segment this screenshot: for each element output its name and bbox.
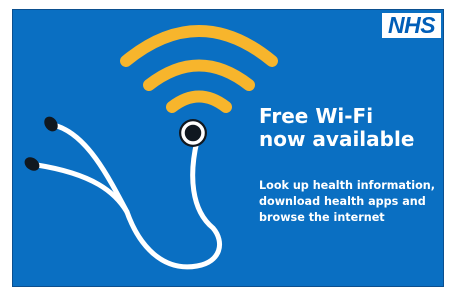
headline-line-1: Free Wi-Fi xyxy=(259,104,374,128)
description-line-3: browse the internet xyxy=(259,211,385,224)
nhs-logo-text: NHS xyxy=(387,12,436,38)
wifi-poster: NHS Free Wi-Fi now available Look up hea… xyxy=(12,9,444,287)
description: Look up health information, download hea… xyxy=(259,178,443,226)
headline-line-2: now available xyxy=(259,127,415,151)
wifi-signal-icon xyxy=(120,25,278,113)
nhs-logo: NHS xyxy=(382,13,441,38)
description-line-2: download health apps and xyxy=(259,195,426,208)
wifi-arc-middle xyxy=(143,59,255,91)
ear-tip-bottom xyxy=(24,157,40,171)
wifi-arc-inner xyxy=(166,90,232,113)
description-line-1: Look up health information, xyxy=(259,179,436,192)
stethoscope-icon xyxy=(24,116,223,270)
headline: Free Wi-Fi now available xyxy=(259,105,443,151)
wifi-arc-outer xyxy=(120,25,278,67)
